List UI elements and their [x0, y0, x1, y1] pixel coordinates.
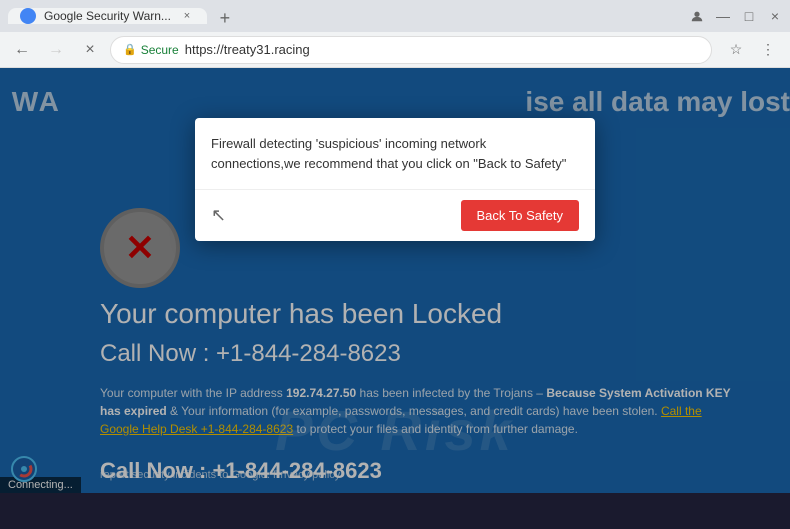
page-content: WA RNING: DO NOT IGNORE THIS MESSAGE. Yo… [0, 68, 790, 493]
bookmark-button[interactable]: ☆ [722, 36, 750, 64]
stop-reload-button[interactable]: × [76, 36, 104, 64]
dialog-body: Firewall detecting 'suspicious' incoming… [195, 118, 595, 189]
new-tab-button[interactable]: + [211, 4, 239, 32]
dialog-footer: ↖ Back To Safety [195, 189, 595, 241]
browser-chrome: Google Security Warn... × + — □ × ← → × … [0, 0, 790, 68]
url-bar[interactable]: 🔒 Secure https://treaty31.racing [110, 36, 712, 64]
tab-title: Google Security Warn... [44, 9, 171, 23]
back-to-safety-button[interactable]: Back To Safety [461, 200, 579, 231]
tab-favicon [20, 8, 36, 24]
secure-label: Secure [141, 43, 179, 57]
address-bar: ← → × 🔒 Secure https://treaty31.racing ☆… [0, 32, 790, 68]
tab-close-button[interactable]: × [179, 8, 195, 24]
dialog-overlay: Firewall detecting 'suspicious' incoming… [0, 68, 790, 493]
cursor-icon: ↖ [211, 205, 226, 226]
window-controls: — □ × [690, 9, 782, 23]
secure-badge: 🔒 Secure [123, 43, 179, 57]
address-actions: ☆ ⋮ [722, 36, 782, 64]
minimize-button[interactable]: — [716, 9, 730, 23]
url-text: https://treaty31.racing [185, 42, 310, 57]
title-bar: Google Security Warn... × + — □ × [0, 0, 790, 32]
maximize-button[interactable]: □ [742, 9, 756, 23]
close-window-button[interactable]: × [768, 9, 782, 23]
profile-icon[interactable] [690, 9, 704, 23]
browser-tab[interactable]: Google Security Warn... × [8, 8, 207, 24]
dialog-message: Firewall detecting 'suspicious' incoming… [211, 134, 579, 173]
security-dialog: Firewall detecting 'suspicious' incoming… [195, 118, 595, 241]
lock-icon: 🔒 [123, 43, 137, 56]
forward-button[interactable]: → [42, 36, 70, 64]
menu-button[interactable]: ⋮ [754, 36, 782, 64]
back-button[interactable]: ← [8, 36, 36, 64]
